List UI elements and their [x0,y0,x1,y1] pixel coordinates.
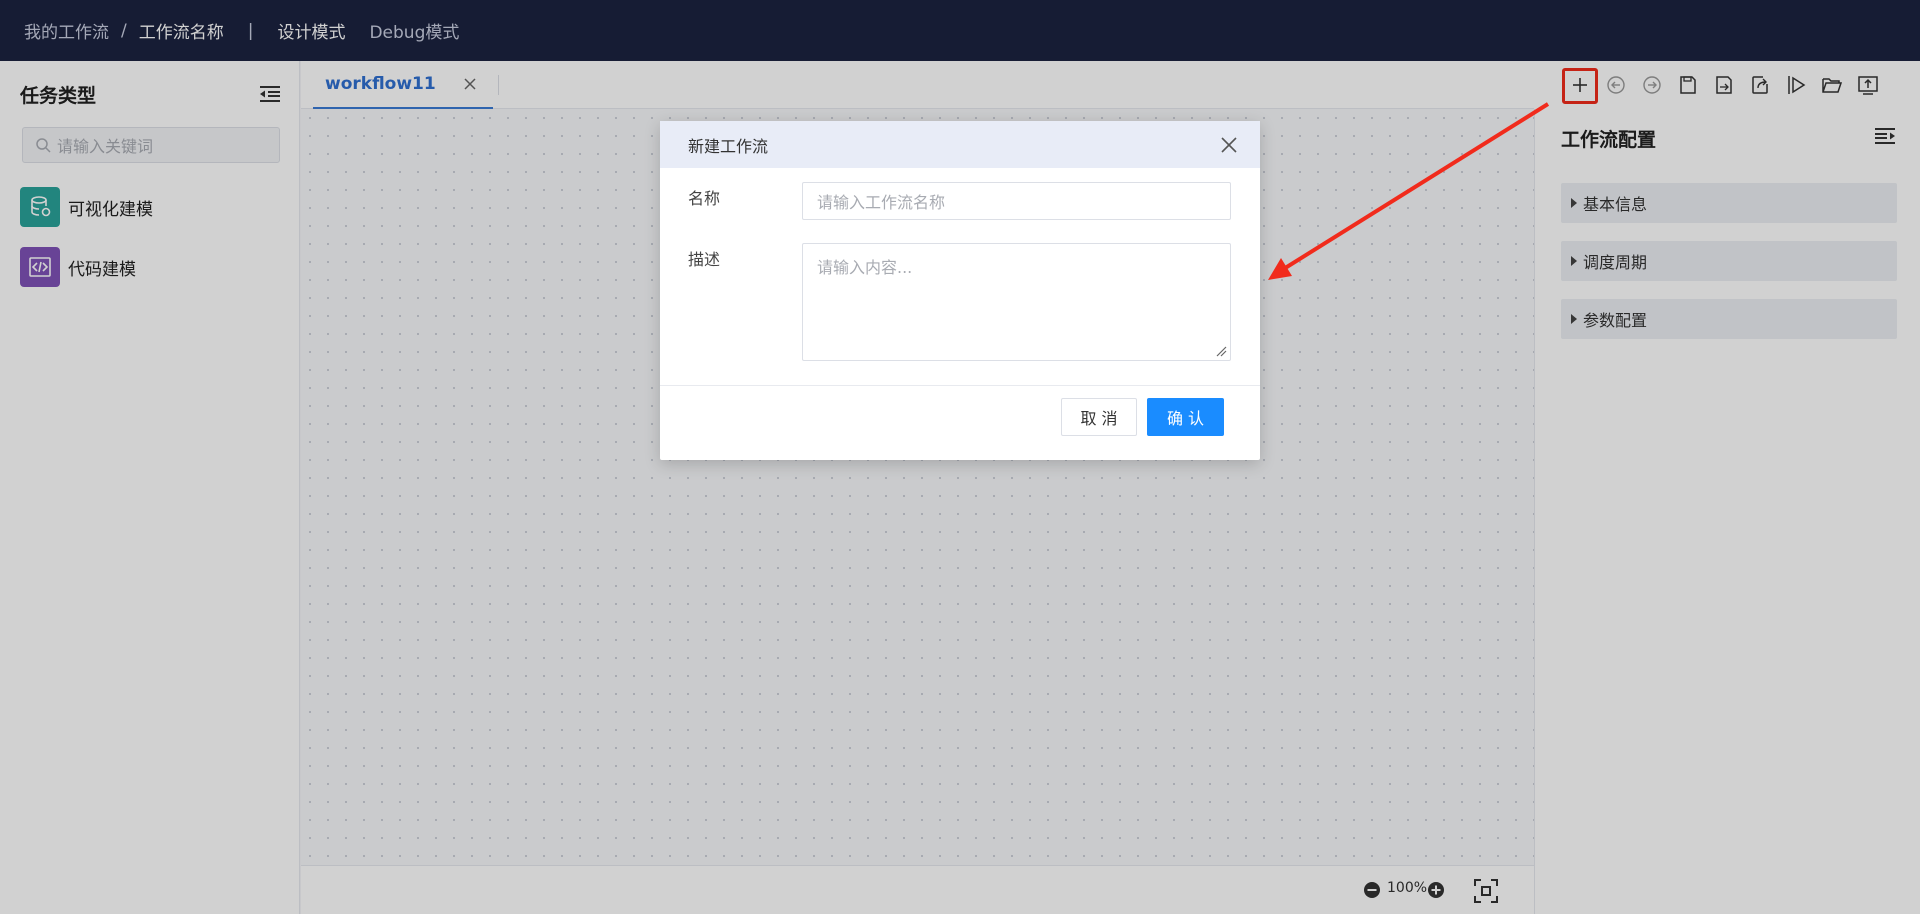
confirm-button[interactable]: 确 认 [1147,398,1224,436]
dialog-header: 新建工作流 [660,121,1260,168]
new-workflow-dialog: 新建工作流 名称 请输入工作流名称 描述 请输入内容... 取 消 确 认 [660,121,1260,460]
resize-handle-icon[interactable] [1215,345,1227,357]
workflow-name-input[interactable]: 请输入工作流名称 [802,182,1231,220]
cancel-button[interactable]: 取 消 [1061,398,1137,436]
close-icon[interactable] [1218,134,1240,156]
name-placeholder: 请输入工作流名称 [817,193,946,212]
dialog-title: 新建工作流 [688,137,769,156]
dialog-divider [660,385,1260,386]
description-label: 描述 [688,250,721,269]
description-placeholder: 请输入内容... [817,258,913,277]
description-textarea[interactable]: 请输入内容... [802,243,1231,361]
name-label: 名称 [688,189,721,208]
